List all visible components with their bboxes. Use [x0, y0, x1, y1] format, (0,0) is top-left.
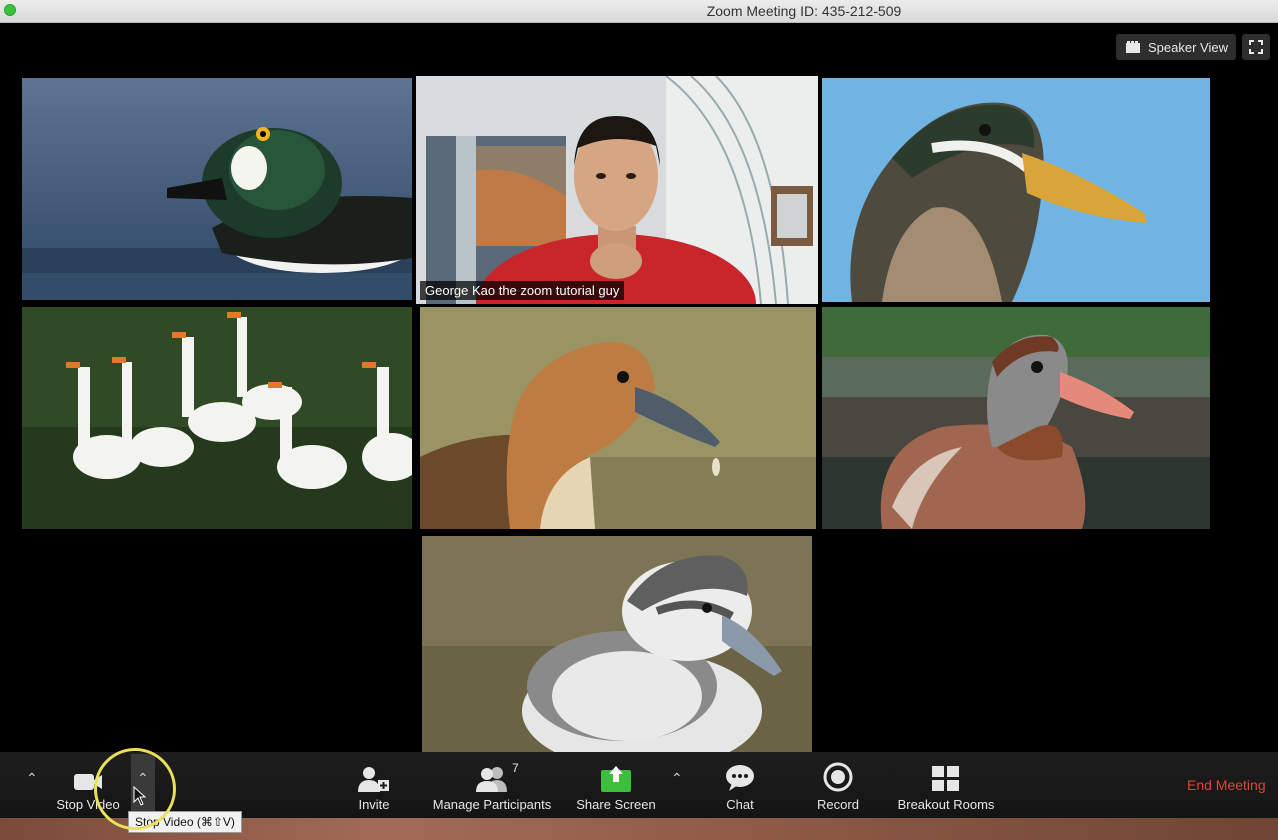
- goldeneye-duck-image: [22, 78, 412, 300]
- whistling-duck-image: [420, 307, 816, 529]
- window-title: Zoom Meeting ID: 435-212-509: [706, 3, 902, 19]
- share-screen-icon: [601, 766, 631, 792]
- invite-button[interactable]: Invite: [344, 752, 404, 818]
- video-tile-mallard-duck[interactable]: [822, 78, 1210, 302]
- video-tile-active-speaker[interactable]: George Kao the zoom tutorial guy: [416, 76, 818, 304]
- mallard-duck-image: [822, 78, 1210, 302]
- speaker-view-icon: [1126, 41, 1140, 53]
- end-meeting-button[interactable]: End Meeting: [1187, 777, 1266, 793]
- share-screen-button[interactable]: Share Screen: [570, 752, 662, 818]
- record-icon: [823, 762, 853, 792]
- audio-options-chevron-up-icon[interactable]: ⌃: [26, 770, 38, 787]
- breakout-rooms-icon: [932, 766, 959, 791]
- title-bar: Zoom Meeting ID: 435-212-509: [0, 0, 1278, 23]
- share-screen-label: Share Screen: [576, 797, 656, 812]
- manage-participants-label: Manage Participants: [432, 797, 552, 812]
- speaker-view-label: Speaker View: [1148, 39, 1228, 55]
- share-options-chevron-up-icon[interactable]: ⌃: [671, 770, 683, 787]
- fullscreen-icon: [1249, 40, 1263, 54]
- video-tile-duckling[interactable]: [422, 536, 812, 752]
- breakout-rooms-label: Breakout Rooms: [897, 797, 995, 812]
- invite-label: Invite: [358, 797, 390, 812]
- chat-bubble-icon: [726, 765, 754, 791]
- fullscreen-button[interactable]: [1242, 34, 1270, 60]
- invite-user-icon: [358, 767, 389, 792]
- brown-duck-image: [822, 307, 1210, 529]
- speaker-video-image: [416, 76, 818, 304]
- video-tile-goldeneye-duck[interactable]: [22, 78, 412, 300]
- manage-participants-button[interactable]: Manage Participants: [424, 752, 560, 818]
- participant-name-tag: George Kao the zoom tutorial guy: [420, 281, 625, 300]
- duckling-image: [422, 536, 812, 752]
- video-tile-whistling-duck[interactable]: [420, 307, 816, 529]
- speaker-view-button[interactable]: Speaker View: [1116, 34, 1236, 60]
- breakout-rooms-button[interactable]: Breakout Rooms: [890, 752, 1002, 818]
- record-label: Record: [817, 797, 859, 812]
- video-tile-brown-duck[interactable]: [822, 307, 1210, 529]
- chat-label: Chat: [726, 797, 754, 812]
- video-tile-white-geese[interactable]: [22, 307, 412, 529]
- participant-count-badge: 7: [512, 761, 519, 775]
- record-button[interactable]: Record: [806, 752, 870, 818]
- mouse-cursor-icon: [133, 786, 147, 806]
- participants-icon: [476, 767, 507, 792]
- chat-button[interactable]: Chat: [712, 752, 768, 818]
- white-geese-image: [22, 307, 412, 529]
